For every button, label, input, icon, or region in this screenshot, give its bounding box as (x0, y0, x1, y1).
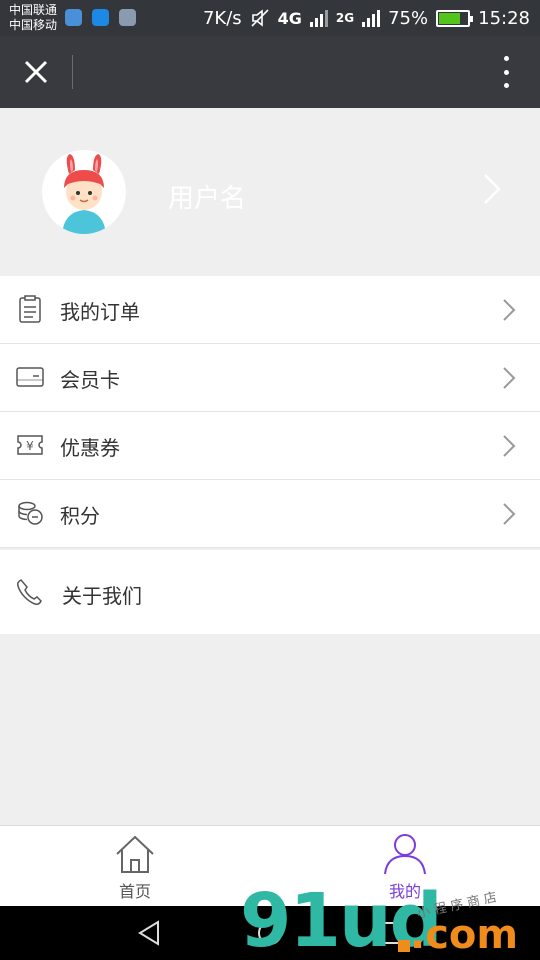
header-divider (72, 55, 73, 89)
system-nav-bar (0, 906, 540, 960)
network-speed: 7K/s (202, 7, 242, 29)
signal-icon (309, 9, 328, 27)
chevron-right-icon (503, 503, 516, 525)
chevron-right-icon (503, 299, 516, 321)
close-icon[interactable] (16, 52, 56, 92)
menu-item-points[interactable]: 积分 (0, 480, 540, 548)
network-type-1: 4G (277, 8, 302, 28)
menu-item-label: 优惠券 (60, 436, 120, 460)
menu-item-label: 积分 (60, 504, 100, 528)
home-icon (116, 835, 154, 873)
menu-item-orders[interactable]: 我的订单 (0, 276, 540, 344)
chevron-right-icon (503, 435, 516, 457)
menu-item-label: 会员卡 (60, 368, 120, 392)
back-icon[interactable] (136, 919, 164, 947)
browser-notification-icon (65, 9, 82, 26)
battery-level (439, 12, 460, 24)
bunny-hat-avatar-icon (62, 154, 106, 234)
status-indicators: 7K/s 4G 2G 75% 15:28 (203, 0, 530, 36)
mute-icon (251, 9, 269, 27)
user-icon (384, 834, 426, 875)
app-header (0, 36, 540, 108)
network-type-2: 2G (335, 11, 355, 25)
chevron-right-icon (503, 367, 516, 389)
battery-icon (436, 9, 474, 27)
home-nav-icon[interactable] (256, 919, 284, 947)
avatar[interactable] (42, 150, 126, 234)
battery-percent: 75% (388, 7, 429, 29)
status-bar: 中国联通 中国移动 7K/s 4G 2G 75% 15:28 (0, 0, 540, 36)
menu-item-about[interactable]: 关于我们 (0, 550, 540, 634)
clock: 15:28 (478, 7, 530, 29)
carrier-name-1: 中国联通 (9, 3, 58, 17)
carrier-info: 中国联通 中国移动 (9, 3, 57, 33)
profile-chevron-right-icon (484, 174, 501, 204)
tab-label: 我的 (388, 882, 421, 901)
menu-item-coupons[interactable]: ¥ 优惠券 (0, 412, 540, 480)
recents-icon[interactable] (376, 919, 404, 947)
tab-label: 首页 (118, 882, 151, 901)
svg-text:¥: ¥ (26, 439, 34, 453)
menu-item-member-card[interactable]: 会员卡 (0, 344, 540, 412)
location-notification-icon (92, 9, 109, 26)
tab-mine[interactable]: 我的 (335, 826, 475, 906)
member-card-icon (16, 367, 44, 387)
menu-list: 我的订单 会员卡 ¥ 优惠券 积分 关于我们 (0, 276, 540, 634)
more-vertical-icon[interactable] (492, 56, 520, 88)
carrier-name-2: 中国移动 (9, 18, 58, 32)
points-coins-icon (18, 501, 43, 525)
username[interactable]: 用户名 (168, 178, 246, 215)
profile-header[interactable]: 用户名 (0, 108, 540, 276)
coupon-icon: ¥ (17, 435, 43, 455)
menu-item-label: 关于我们 (62, 584, 142, 608)
gallery-notification-icon (119, 9, 136, 26)
bottom-tab-bar: 首页 我的 (0, 825, 540, 906)
tab-home[interactable]: 首页 (65, 826, 205, 906)
phone-icon (17, 579, 42, 605)
order-list-icon (19, 295, 41, 323)
menu-item-label: 我的订单 (60, 300, 140, 324)
signal-icon-2 (362, 9, 381, 27)
